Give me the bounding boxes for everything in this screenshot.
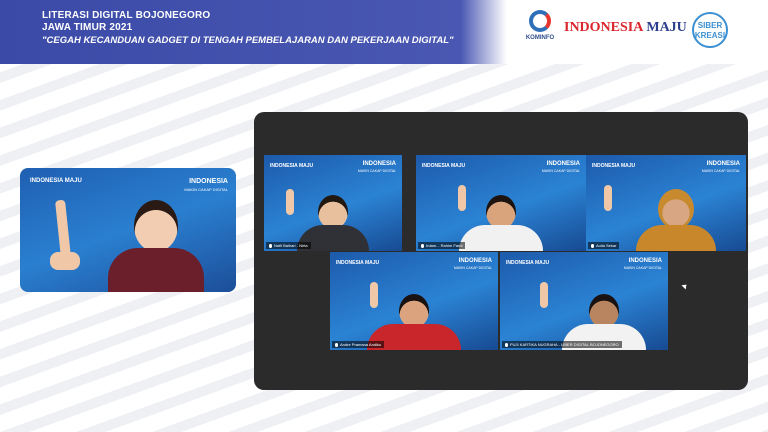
tile-brand-sub: MAKIN CAKAP DIGITAL: [623, 266, 662, 270]
siber-label: SIBER: [697, 21, 723, 30]
participant-tile[interactable]: INDONESIA MAJU INDONESIA MAKIN CAKAP DIGI…: [264, 155, 402, 251]
participant-head: [318, 195, 348, 229]
hand: [50, 252, 80, 270]
siberkreasi-logo: SIBER KREASI: [692, 12, 728, 48]
tile-brand: INDONESIA MAKIN CAKAP DIGITAL: [454, 258, 492, 272]
raised-finger: [286, 189, 294, 215]
tile-brand-title: INDONESIA: [458, 258, 492, 264]
video-gallery: INDONESIA MAJU INDONESIA MAKIN CAKAP DIGI…: [254, 112, 748, 390]
participant-name: Irdam... Rahim Farid: [426, 243, 463, 248]
event-banner: LITERASI DIGITAL BOJONEGORO JAWA TIMUR 2…: [0, 0, 768, 64]
tile-brand-sub: MAKIN CAKAP DIGITAL: [701, 169, 740, 173]
speaker-figure: [108, 200, 204, 292]
kreasi-label: KREASI: [694, 31, 726, 40]
participant-head: [486, 195, 516, 229]
participant-tile[interactable]: INDONESIA MAJU INDONESIA MAKIN CAKAP DIGI…: [586, 155, 746, 251]
participant-name-tag: PUJI KARTIKA NUGRAHA - LIBER DIGITAL BOJ…: [502, 341, 622, 348]
indonesia-label: INDONESIA: [564, 20, 644, 35]
tile-brand: INDONESIA MAKIN CAKAP DIGITAL: [542, 161, 580, 175]
event-theme: "CEGAH KECANDUAN GADGET DI TENGAH PEMBEL…: [42, 35, 454, 46]
speaker-body: [108, 248, 204, 292]
tile-brand: INDONESIA MAKIN CAKAP DIGITAL: [358, 161, 396, 175]
tile-logo: INDONESIA MAJU: [592, 163, 636, 169]
mic-icon: [335, 342, 338, 347]
participant-tile[interactable]: INDONESIA MAJU INDONESIA MAKIN CAKAP DIGI…: [330, 252, 498, 350]
featured-speaker-video[interactable]: INDONESIA MAJU INDONESIA MAKIN CAKAP DIG…: [20, 168, 236, 292]
participant-name-tag: Andre Pramana Andiku: [332, 341, 385, 348]
mic-icon: [269, 243, 272, 248]
participant-figure: [459, 195, 543, 251]
event-title: LITERASI DIGITAL BOJONEGORO: [42, 10, 211, 21]
raised-finger: [54, 199, 72, 259]
tile-brand-sub: MAKIN CAKAP DIGITAL: [453, 266, 492, 270]
participant-body: [636, 225, 716, 251]
tile-brand: INDONESIA MAKIN CAKAP DIGITAL: [702, 161, 740, 175]
raised-finger: [540, 282, 548, 308]
tile-logo: INDONESIA MAJU: [336, 260, 380, 266]
tile-logo: INDONESIA MAJU: [422, 163, 466, 169]
mic-icon: [421, 243, 424, 248]
participant-name: Nafil Baihari - Nirta: [274, 243, 308, 248]
kominfo-mark-icon: [529, 10, 551, 32]
tile-brand-title: INDONESIA: [362, 161, 396, 167]
tile-brand-sub: MAKIN CAKAP DIGITAL: [541, 169, 580, 173]
kominfo-logo: KOMINFO: [522, 10, 558, 41]
event-subtitle: JAWA TIMUR 2021: [42, 22, 133, 33]
tile-brand-title: INDONESIA: [706, 161, 740, 167]
participant-name-tag: Nafil Baihari - Nirta: [266, 242, 311, 249]
tile-brand-sub: MAKIN CAKAP DIGITAL: [357, 169, 396, 173]
mic-icon: [591, 243, 594, 248]
participant-head: [399, 294, 429, 328]
participant-name: PUJI KARTIKA NUGRAHA - LIBER DIGITAL BOJ…: [510, 342, 619, 347]
participant-name: Andre Pramana Andiku: [340, 342, 382, 347]
tile-brand: INDONESIA MAKIN CAKAP DIGITAL: [184, 178, 228, 194]
banner-text: LITERASI DIGITAL BOJONEGORO JAWA TIMUR 2…: [42, 10, 454, 47]
participant-head: [658, 189, 694, 229]
raised-finger: [604, 185, 612, 211]
speaker-head: [134, 200, 178, 252]
participant-name-tag: Irdam... Rahim Farid: [418, 242, 466, 249]
tile-logo: INDONESIA MAJU: [506, 260, 550, 266]
participant-tile[interactable]: INDONESIA MAJU INDONESIA MAKIN CAKAP DIGI…: [416, 155, 586, 251]
tile-brand-title: INDONESIA: [189, 178, 228, 185]
participant-tile[interactable]: INDONESIA MAJU INDONESIA MAKIN CAKAP DIGI…: [500, 252, 668, 350]
tile-brand-sub: MAKIN CAKAP DIGITAL: [184, 187, 228, 192]
participant-body: [459, 225, 543, 251]
sponsor-logos: KOMINFO INDONESIA MAJU SIBER KREASI: [516, 0, 768, 64]
kominfo-label: KOMINFO: [525, 35, 555, 41]
tile-logo: INDONESIA MAJU: [270, 163, 314, 169]
tile-brand: INDONESIA MAKIN CAKAP DIGITAL: [624, 258, 662, 272]
participant-name-tag: Aulia Sekar: [588, 242, 620, 249]
participant-head: [589, 294, 619, 328]
indonesia-maju-logo: INDONESIA MAJU: [564, 20, 687, 36]
participant-figure: [636, 189, 716, 251]
participant-name: Aulia Sekar: [596, 243, 617, 248]
tile-brand-title: INDONESIA: [546, 161, 580, 167]
mic-icon: [505, 342, 508, 347]
tile-logo: INDONESIA MAJU: [30, 178, 82, 184]
maju-label: MAJU: [646, 20, 687, 35]
tile-brand-title: INDONESIA: [628, 258, 662, 264]
